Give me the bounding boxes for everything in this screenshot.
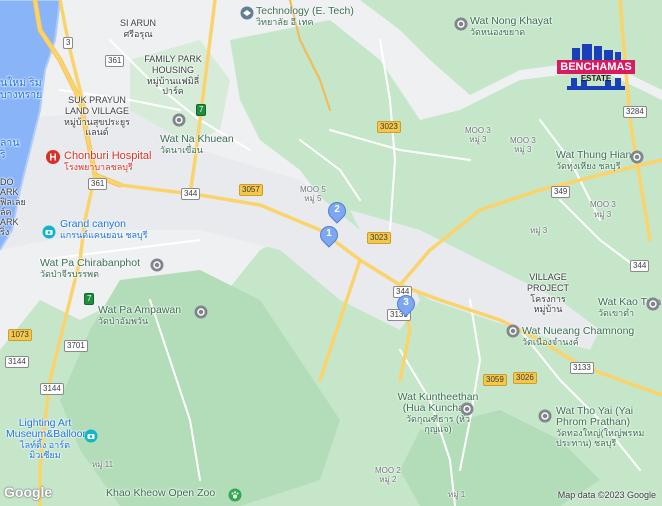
camera-icon[interactable] [84, 429, 98, 443]
temple-icon[interactable] [172, 113, 186, 127]
place-label: MOO 5 หมู่ 5 [300, 185, 326, 203]
poi-label[interactable]: Wat Pa Ampawan วัดป่าอัมพวัน [98, 305, 181, 327]
left-edge-label-10: ริ่ง [0, 227, 10, 237]
road-shield: 3144 [5, 356, 29, 368]
temple-icon[interactable] [646, 297, 660, 311]
poi-label[interactable]: Lighting Art Museum&Balloon ไลท์ติ้ง อาร์… [6, 418, 88, 461]
road-shield: 3023 [367, 232, 391, 244]
place-label: SI ARUN ศรีอรุณ [120, 18, 157, 39]
benchamas-estate-logo: BENCHAMAS ESTATE [557, 42, 635, 94]
poi-label[interactable]: Technology (E. Tech) วิทยาลัย อี เทค [256, 6, 354, 28]
map-attribution[interactable]: Map data ©2023 Google [558, 490, 656, 500]
location-pin-2[interactable]: 2 [324, 198, 350, 224]
place-label: หมู่ 3 [530, 226, 548, 235]
road-shield: 3701 [64, 340, 88, 352]
road-shield: 3057 [239, 184, 263, 196]
left-edge-label-3: ลาน [0, 137, 20, 149]
temple-icon[interactable] [630, 150, 644, 164]
poi-label[interactable]: Wat Nueang Chamnong วัดเนืองจํานงค์ [522, 326, 634, 348]
left-edge-label-2: บางทราย [0, 89, 43, 101]
place-label: FAMILY PARK HOUSING หมู่บ้านแฟมิลี่ปาร์ค [144, 54, 202, 96]
school-icon[interactable] [240, 6, 254, 20]
place-label: MOO 2 หมู่ 2 [375, 466, 401, 484]
left-edge-label-4: ริ [0, 149, 6, 161]
place-label: หมู่ 11 [92, 460, 114, 469]
poi-label[interactable]: Khao Kheow Open Zoo [106, 488, 215, 499]
road-shield: 3 [63, 37, 74, 49]
camera-icon[interactable] [42, 225, 56, 239]
road-shield: 3144 [40, 383, 64, 395]
poi-label[interactable]: Wat Pa Chirabanphot วัดป่าจีรบรรพต [40, 258, 140, 280]
road-shield-motorway: 7 [196, 104, 207, 116]
pin-number: 3 [403, 297, 409, 308]
hospital-label[interactable]: Chonburi Hospital โรงพยาบาลชลบุรี [64, 151, 151, 173]
temple-icon[interactable] [538, 409, 552, 423]
location-pin-1[interactable]: 1 [316, 222, 342, 248]
google-logo[interactable]: Google [4, 484, 52, 500]
poi-label[interactable]: Grand canyon แกรนด์แคนยอน ชลบุรี [60, 219, 148, 241]
road-shield: 344 [630, 260, 650, 272]
road-shield: 344 [181, 188, 201, 200]
map-view[interactable]: นใหม่ ริม บางทราย ลาน ริ DO ARK ฟิลเลย ล… [0, 0, 662, 506]
road-shield: 349 [551, 186, 571, 198]
paw-icon[interactable] [228, 488, 242, 502]
place-label: SUK PRAYUN LAND VILLAGE หมู่บ้านสุขประยูร… [64, 95, 130, 137]
poi-label[interactable]: Wat Na Khuean วัดนาเขื่อน [160, 134, 234, 156]
road-shield: 3284 [623, 106, 647, 118]
place-label: MOO 3 [590, 200, 616, 209]
road-shield: 3059 [483, 374, 507, 386]
temple-icon[interactable] [506, 324, 520, 338]
poi-label[interactable]: Wat Thung Hiang วัดทุ่งเหียง ชลบุรี [556, 150, 637, 172]
place-label: MOO 3 หมู่ 3 [510, 136, 536, 154]
pin-number: 2 [334, 204, 340, 215]
poi-label[interactable]: Wat Tho Yai (Yai Phrom Prathan) วัดทองใหญ… [556, 406, 662, 449]
place-label: หมู่ 3 [594, 210, 612, 219]
pin-number: 1 [326, 228, 332, 239]
left-edge-label-1: นใหม่ ริม [0, 77, 42, 89]
place-label: หมู่ 1 [448, 490, 466, 499]
svg-text:H: H [49, 153, 56, 164]
road-shield: 3026 [513, 372, 537, 384]
road-shield: 3023 [377, 121, 401, 133]
temple-icon[interactable] [460, 402, 474, 416]
road-shield: 361 [105, 55, 125, 67]
temple-icon[interactable] [454, 17, 468, 31]
road-shield: 361 [88, 178, 108, 190]
temple-icon[interactable] [194, 305, 208, 319]
road-shield: 3133 [570, 362, 594, 374]
logo-subtitle: ESTATE [580, 74, 612, 83]
temple-icon[interactable] [150, 258, 164, 272]
place-label: MOO 3 หมู่ 3 [465, 126, 491, 144]
place-label: VILLAGE PROJECT โครงการหมู่บ้าน [526, 272, 569, 314]
road-shield: 1073 [8, 329, 32, 341]
logo-name: BENCHAMAS [560, 61, 632, 73]
hospital-icon[interactable]: H [46, 150, 60, 164]
location-pin-3[interactable]: 3 [393, 291, 419, 317]
road-shield-motorway: 7 [84, 293, 95, 305]
poi-label[interactable]: Wat Nong Khayat วัดหนองขยาด [470, 16, 552, 38]
